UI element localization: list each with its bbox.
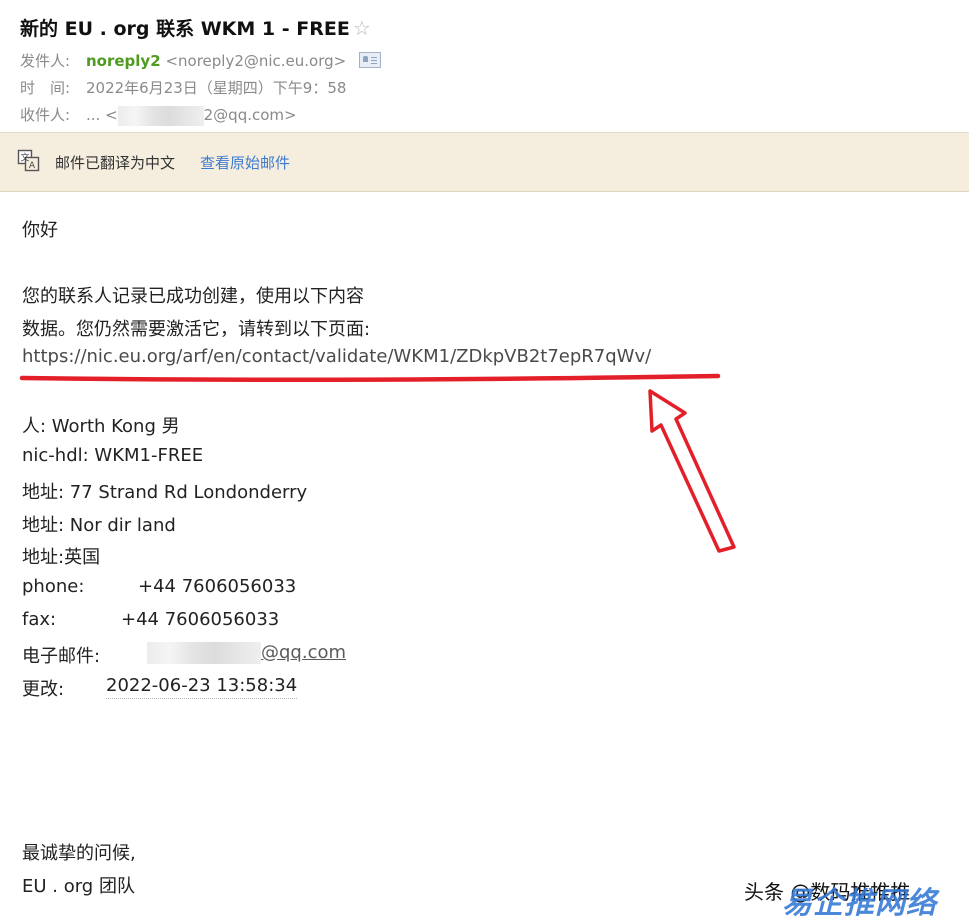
field-fax-value: +44 7606056033 xyxy=(121,609,280,630)
field-phone-label: phone: xyxy=(22,576,85,597)
redacted-recipient xyxy=(117,105,204,126)
watermark-logo: 易企推网络 xyxy=(782,886,937,921)
changed-date: 2022-06-23 13:58:34 xyxy=(106,675,298,699)
to-row: 收件人: ... < 2@qq.com> xyxy=(20,104,297,126)
contact-card-icon[interactable] xyxy=(359,51,382,68)
translate-icon: 文 A xyxy=(17,149,40,172)
field-changed-label: 更改: xyxy=(22,679,65,700)
translation-bar: 文 A 邮件已翻译为中文 查看原始邮件 xyxy=(0,132,969,192)
field-email-value[interactable]: @qq.com xyxy=(147,642,346,664)
to-prefix: ... < xyxy=(86,106,118,124)
redacted-email xyxy=(147,642,261,664)
view-original-link[interactable]: 查看原始邮件 xyxy=(200,152,290,173)
email-subject: 新的 EU . org 联系 WKM 1 - FREE ☆ xyxy=(20,14,371,41)
validation-link[interactable]: https://nic.eu.org/arf/en/contact/valida… xyxy=(22,346,651,367)
greeting: 你好 xyxy=(22,220,58,241)
subject-text: 新的 EU . org 联系 WKM 1 - FREE xyxy=(20,18,350,40)
sender-address: <noreply2@nic.eu.org> xyxy=(165,52,347,70)
from-label: 发件人: xyxy=(20,52,71,70)
time-label: 时 间: xyxy=(20,79,71,97)
signature: EU . org 团队 xyxy=(22,876,135,897)
field-changed-value: 2022-06-23 13:58:34 xyxy=(106,675,298,699)
closing: 最诚挚的问候, xyxy=(22,843,136,864)
field-fax-label: fax: xyxy=(22,609,57,630)
from-row: 发件人: noreply2 <noreply2@nic.eu.org> xyxy=(20,50,382,71)
to-suffix: 2@qq.com> xyxy=(203,106,297,124)
email-header: 新的 EU . org 联系 WKM 1 - FREE ☆ 发件人: noreply… xyxy=(0,0,969,132)
red-underline xyxy=(19,373,721,382)
field-address-2: 地址: Nor dir land xyxy=(22,515,176,536)
sender-name[interactable]: noreply2 xyxy=(86,52,161,70)
field-address-3: 地址:英国 xyxy=(22,547,101,568)
intro-line-2: 数据。您仍然需要激活它，请转到以下页面: xyxy=(22,319,371,340)
field-address-1: 地址: 77 Strand Rd Londonderry xyxy=(22,482,308,503)
time-value: 2022年6月23日（星期四）下午9：58 xyxy=(86,79,347,97)
field-phone-value: +44 7606056033 xyxy=(138,576,297,597)
red-arrow xyxy=(648,389,736,553)
time-row: 时 间: 2022年6月23日（星期四）下午9：58 xyxy=(20,77,346,98)
star-outline-icon[interactable]: ☆ xyxy=(353,16,371,40)
field-nic-hdl: nic-hdl: WKM1-FREE xyxy=(22,445,204,466)
field-email-label: 电子邮件: xyxy=(22,646,101,667)
translation-notice: 邮件已翻译为中文 xyxy=(55,154,176,172)
email-domain-link[interactable]: @qq.com xyxy=(261,642,346,663)
field-person: 人: Worth Kong 男 xyxy=(22,416,180,437)
intro-line-1: 您的联系人记录已成功创建，使用以下内容 xyxy=(22,286,364,307)
to-label: 收件人: xyxy=(20,106,71,124)
svg-text:A: A xyxy=(29,161,36,171)
